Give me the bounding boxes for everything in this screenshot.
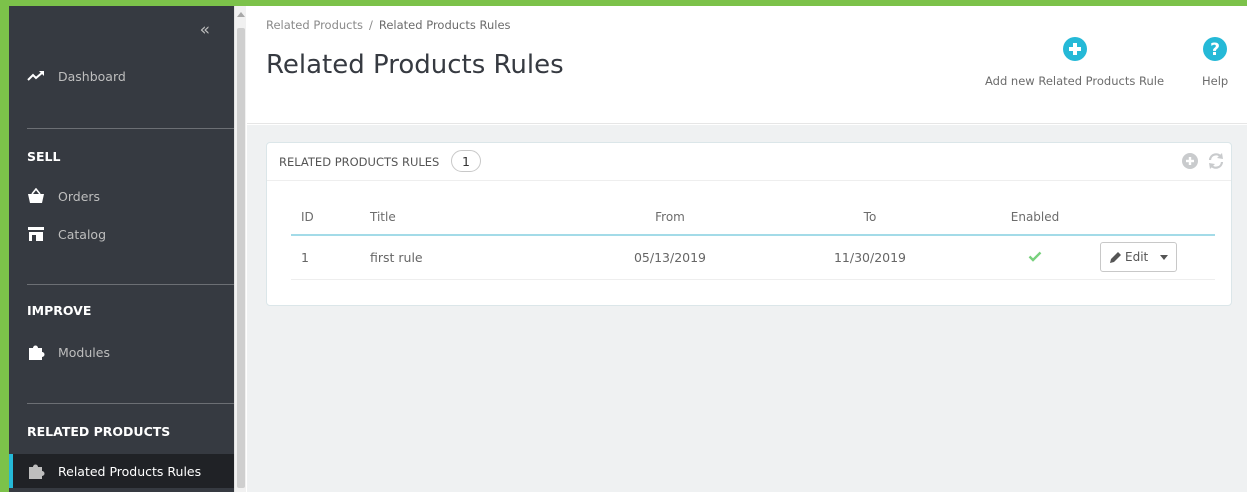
help-label: Help xyxy=(1202,74,1229,88)
table-row[interactable]: 1 first rule 05/13/2019 11/30/2019 Edit xyxy=(291,235,1215,280)
panel-title: RELATED PRODUCTS RULES xyxy=(279,155,440,169)
sidebar-scrollbar[interactable] xyxy=(234,6,246,492)
store-icon xyxy=(26,224,46,244)
svg-text:?: ? xyxy=(1210,40,1220,60)
sidebar-item-label: Related Products Rules xyxy=(58,463,202,479)
sidebar-item-label: Catalog xyxy=(58,226,107,242)
rules-table: ID Title From To Enabled 1 first rule 05… xyxy=(291,199,1215,280)
edit-dropdown-toggle[interactable] xyxy=(1156,243,1176,271)
column-header-title[interactable]: Title xyxy=(370,199,570,236)
sidebar-divider xyxy=(27,403,234,404)
cell-enabled[interactable] xyxy=(970,235,1100,280)
section-title-improve: IMPROVE xyxy=(27,303,92,318)
add-new-rule-label: Add new Related Products Rule xyxy=(985,74,1165,88)
shopping-basket-icon xyxy=(26,186,46,206)
puzzle-icon xyxy=(26,342,46,362)
plus-circle-icon xyxy=(985,36,1164,66)
check-icon xyxy=(1028,250,1042,265)
add-rule-tool-icon[interactable] xyxy=(1181,152,1199,170)
trending-up-icon xyxy=(26,66,46,86)
add-new-rule-button[interactable]: Add new Related Products Rule xyxy=(985,36,1164,88)
sidebar-item-label: Modules xyxy=(58,344,110,360)
edit-button-group[interactable]: Edit xyxy=(1100,242,1178,273)
breadcrumb-parent-link[interactable]: Related Products xyxy=(266,18,363,32)
cell-id: 1 xyxy=(291,235,370,280)
rules-panel: RELATED PRODUCTS RULES 1 ID Title From T… xyxy=(266,142,1232,306)
refresh-icon[interactable] xyxy=(1207,152,1225,170)
page-title: Related Products Rules xyxy=(266,50,564,80)
edit-button-label: Edit xyxy=(1125,250,1149,265)
column-header-id[interactable]: ID xyxy=(291,199,370,236)
breadcrumb: Related Products / Related Products Rules xyxy=(266,18,511,32)
caret-down-icon xyxy=(1160,254,1169,260)
help-circle-icon: ? xyxy=(1202,36,1228,66)
sidebar: « Dashboard SELL Orders Catalog IMPROVE … xyxy=(9,6,234,492)
sidebar-item-orders[interactable]: Orders xyxy=(9,180,234,212)
panel-heading: RELATED PRODUCTS RULES 1 xyxy=(267,143,1231,181)
help-button[interactable]: ? Help xyxy=(1202,36,1228,88)
column-header-to[interactable]: To xyxy=(770,199,970,236)
sidebar-item-label: Dashboard xyxy=(58,68,126,84)
puzzle-icon xyxy=(26,461,46,481)
sidebar-item-catalog[interactable]: Catalog xyxy=(9,218,234,250)
cell-actions: Edit xyxy=(1100,235,1215,280)
page-header: Related Products / Related Products Rules … xyxy=(247,6,1247,124)
main-content: RELATED PRODUCTS RULES 1 ID Title From T… xyxy=(247,125,1247,492)
edit-button[interactable]: Edit xyxy=(1101,243,1156,271)
table-header-row: ID Title From To Enabled xyxy=(291,199,1215,236)
column-header-actions xyxy=(1100,199,1215,236)
active-indicator xyxy=(9,454,13,488)
scroll-up-arrow[interactable] xyxy=(237,12,245,17)
breadcrumb-separator: / xyxy=(369,18,373,32)
pencil-icon xyxy=(1110,251,1121,263)
cell-to: 11/30/2019 xyxy=(770,235,970,280)
section-title-related-products: RELATED PRODUCTS xyxy=(27,424,171,439)
collapse-sidebar-button[interactable]: « xyxy=(200,20,210,40)
column-header-enabled[interactable]: Enabled xyxy=(970,199,1100,236)
cell-title: first rule xyxy=(370,235,570,280)
sidebar-item-related-products-rules[interactable]: Related Products Rules xyxy=(9,454,234,488)
section-title-sell: SELL xyxy=(27,149,61,164)
sidebar-item-dashboard[interactable]: Dashboard xyxy=(9,60,234,92)
sidebar-divider xyxy=(27,128,234,129)
cell-from: 05/13/2019 xyxy=(570,235,770,280)
panel-tools xyxy=(1181,152,1225,170)
sidebar-item-label: Orders xyxy=(58,188,101,204)
frame-left-border xyxy=(0,0,9,492)
sidebar-divider xyxy=(27,284,234,285)
scroll-thumb[interactable] xyxy=(237,28,245,488)
column-header-from[interactable]: From xyxy=(570,199,770,236)
sidebar-item-modules[interactable]: Modules xyxy=(9,336,234,368)
rules-count-badge: 1 xyxy=(451,150,481,172)
breadcrumb-current: Related Products Rules xyxy=(378,18,511,32)
